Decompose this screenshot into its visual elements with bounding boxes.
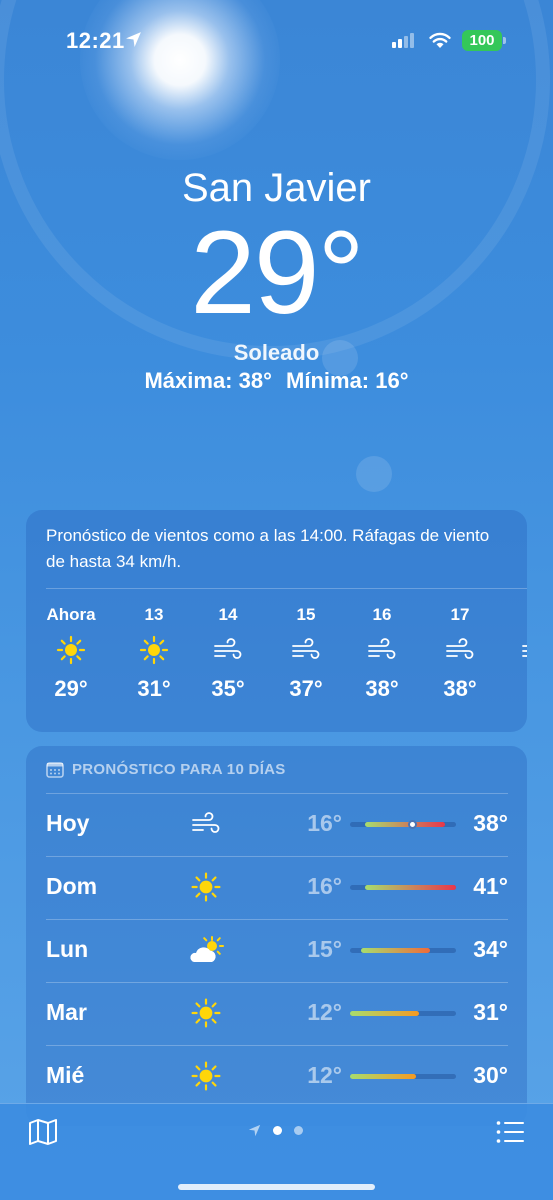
daily-row[interactable]: Lun 15° 34° [46,919,508,982]
battery-tip [503,37,506,44]
page-indicator[interactable] [248,1124,303,1137]
wind-forecast-summary: Pronóstico de vientos como a las 14:00. … [46,526,490,571]
low-temperature: 12° [307,1062,342,1088]
divider [46,588,527,589]
high-temperature: 41° [473,873,508,899]
temperature-range-bar [350,1074,456,1079]
home-indicator [178,1184,375,1190]
lens-flare [356,456,392,492]
cellular-signal-icon [392,32,414,48]
day-label: Mar [46,999,87,1025]
day-label: Mié [46,1062,85,1088]
temperature-range-fill [350,1011,420,1016]
temperature-range-fill [364,822,446,827]
location-arrow-icon [248,1124,261,1137]
hourly-item: 1 3 [504,602,527,702]
temperature-range-bar [350,820,456,829]
wind-icon [196,628,260,672]
hour-label: 1 [504,602,527,628]
high-temperature: 31° [473,999,508,1025]
hour-label: Ahora [46,605,96,624]
daily-row[interactable]: Mar 12° 31° [46,982,508,1045]
calendar-icon [46,762,64,778]
daily-row[interactable]: Dom 16° 41° [46,856,508,919]
low-temperature: Mínima: 16° [286,368,409,393]
current-temp-marker [407,820,417,829]
hour-temperature: 38° [365,676,399,701]
hour-label: 17 [450,605,470,624]
status-time: 12:21 [66,28,125,53]
low-temperature: 15° [307,936,342,962]
day-label: Hoy [46,810,90,836]
daily-row[interactable]: Mié 12° 30° [46,1045,508,1108]
hourly-item: 17 38° [428,602,492,702]
daily-forecast-header: PRONÓSTICO PARA 10 DÍAS [46,761,286,778]
daily-forecast-card[interactable]: PRONÓSTICO PARA 10 DÍAS Hoy 16° 38° Dom … [26,746,527,1126]
list-icon[interactable] [496,1120,524,1144]
hourly-item: Ahora 29° [39,602,103,702]
wind-icon [186,807,226,841]
temperature-range-bar [350,885,456,890]
day-label: Lun [46,936,89,962]
sun-icon [186,1059,226,1093]
divider [46,793,508,794]
status-bar: 12:21 100 [0,0,553,80]
divider [46,919,508,920]
sun-icon [39,628,103,672]
hour-label: 16 [372,605,392,624]
high-temperature: 30° [473,1062,508,1088]
weather-condition: Soleado [233,340,320,365]
map-icon[interactable] [28,1118,58,1146]
daily-forecast-title: PRONÓSTICO PARA 10 DÍAS [72,761,286,778]
hour-temperature: 38° [443,676,477,701]
page-dot-active[interactable] [273,1126,282,1135]
bottom-toolbar [0,1103,553,1200]
low-temperature: 12° [307,999,342,1025]
location-arrow-icon [126,32,141,47]
sun-icon [122,628,186,672]
city-name: San Javier [182,166,371,210]
wind-icon [428,628,492,672]
wind-icon [504,628,527,672]
hour-temperature: 31° [137,676,171,701]
low-temperature: 16° [307,810,342,836]
wifi-icon [429,32,451,48]
daily-row[interactable]: Hoy 16° 38° [46,793,508,856]
hour-temperature: 3 [504,676,527,702]
partly-cloudy-icon [186,933,226,967]
hourly-list[interactable]: Ahora 29°13 31°14 35°15 37°16 38°17 38°1… [26,602,527,722]
hourly-item: 13 31° [122,602,186,702]
hour-label: 14 [218,605,238,624]
page-dot[interactable] [294,1126,303,1135]
temperature-range-fill [364,885,456,890]
battery-indicator: 100 [462,30,502,51]
temperature-range-bar [350,948,456,953]
sun-icon [186,870,226,904]
hour-label: 13 [144,605,164,624]
low-temperature: 16° [307,873,342,899]
current-temperature: 29° [190,207,364,339]
hourly-forecast-card[interactable]: Pronóstico de vientos como a las 14:00. … [26,510,527,732]
hour-temperature: 37° [289,676,323,701]
temperature-range-fill [360,948,431,953]
high-temperature: 38° [473,810,508,836]
divider [46,982,508,983]
hour-temperature: 29° [54,676,88,701]
hour-label: 15 [296,605,316,624]
wind-icon [274,628,338,672]
temperature-range-fill [350,1074,416,1079]
hourly-item: 14 35° [196,602,260,702]
hourly-item: 15 37° [274,602,338,702]
temperature-range-bar [350,1011,456,1016]
sun-icon [186,996,226,1030]
hourly-item: 16 38° [350,602,414,702]
divider [46,856,508,857]
hour-temperature: 35° [211,676,245,701]
high-temperature: Máxima: 38° [144,368,272,393]
wind-icon [350,628,414,672]
divider [46,1045,508,1046]
high-temperature: 34° [473,936,508,962]
high-low-temperatures: Máxima: 38° Mínima: 16° [0,368,553,394]
day-label: Dom [46,873,98,899]
